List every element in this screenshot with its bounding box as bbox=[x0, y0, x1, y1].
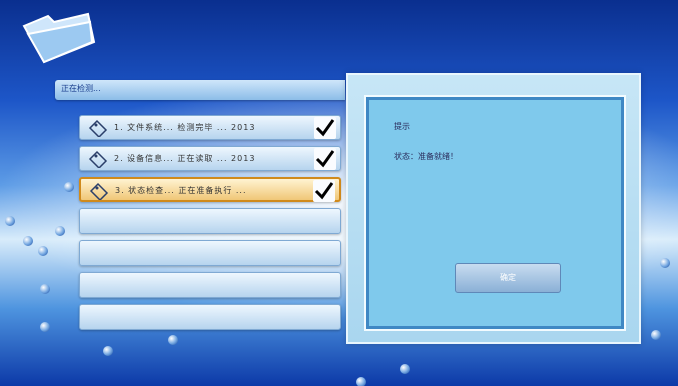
bubble-decoration bbox=[64, 182, 74, 192]
bubble-decoration bbox=[660, 258, 670, 268]
bubble-decoration bbox=[38, 246, 48, 256]
list-item-label: 3. 状态检查... 正在准备执行 ... bbox=[115, 186, 247, 195]
folder-icon bbox=[18, 12, 96, 64]
list-item-empty[interactable] bbox=[79, 208, 341, 234]
dialog-status: 状态：准备就绪！ bbox=[394, 152, 458, 161]
bubble-decoration bbox=[168, 335, 178, 345]
bubble-decoration bbox=[103, 346, 113, 356]
checkmark-icon[interactable] bbox=[313, 180, 335, 202]
list-item-empty[interactable] bbox=[79, 272, 341, 298]
checkmark-icon[interactable] bbox=[314, 117, 336, 139]
item-list: 1. 文件系统... 检测完毕 ... 2013 2. 设备信息... 正在读取… bbox=[79, 115, 341, 336]
tab-bar[interactable]: 正在检测... bbox=[55, 80, 345, 100]
bubble-decoration bbox=[23, 236, 33, 246]
dialog-inner: 提示 状态：准备就绪！ 确定 bbox=[364, 95, 626, 331]
list-item[interactable]: 1. 文件系统... 检测完毕 ... 2013 bbox=[79, 115, 341, 140]
screen: 正在检测... 1. 文件系统... 检测完毕 ... 2013 2. 设备信息… bbox=[0, 0, 678, 386]
list-item-empty[interactable] bbox=[79, 240, 341, 266]
ok-button[interactable]: 确定 bbox=[455, 263, 561, 293]
list-item-empty[interactable] bbox=[79, 304, 341, 330]
dialog-panel: 提示 状态：准备就绪！ 确定 bbox=[346, 73, 641, 344]
list-item[interactable]: 2. 设备信息... 正在读取 ... 2013 bbox=[79, 146, 341, 171]
list-item-label: 2. 设备信息... 正在读取 ... 2013 bbox=[114, 154, 256, 163]
bubble-decoration bbox=[40, 322, 50, 332]
tag-icon bbox=[88, 150, 108, 170]
bubble-decoration bbox=[55, 226, 65, 236]
list-item-selected[interactable]: 3. 状态检查... 正在准备执行 ... bbox=[79, 177, 341, 202]
checkmark-icon[interactable] bbox=[314, 148, 336, 170]
bubble-decoration bbox=[651, 330, 661, 340]
bubble-decoration bbox=[40, 284, 50, 294]
list-item-label: 1. 文件系统... 检测完毕 ... 2013 bbox=[114, 123, 256, 132]
tag-icon bbox=[89, 182, 109, 202]
bubble-decoration bbox=[400, 364, 410, 374]
tag-icon bbox=[88, 119, 108, 139]
tab-label: 正在检测... bbox=[61, 84, 101, 93]
dialog-title: 提示 bbox=[394, 122, 410, 131]
bubble-decoration bbox=[5, 216, 15, 226]
bubble-decoration bbox=[356, 377, 366, 386]
